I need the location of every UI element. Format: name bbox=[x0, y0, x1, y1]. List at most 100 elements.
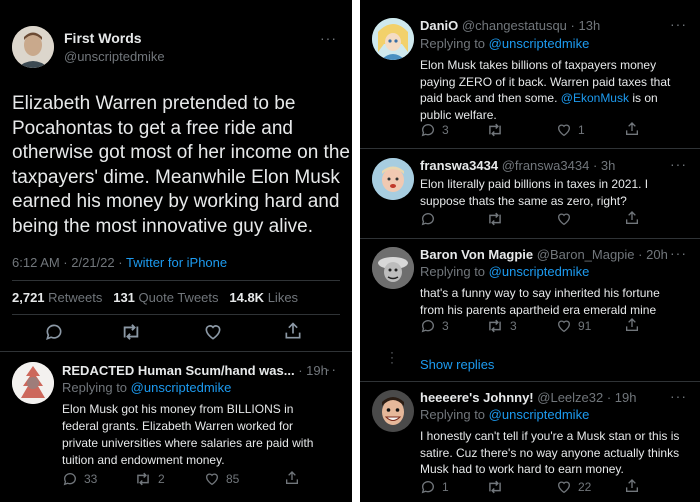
main-tweet-text: Elizabeth Warren pretended to be Pocahon… bbox=[12, 92, 350, 240]
likes-count: 14.8K bbox=[229, 290, 265, 305]
reply-display-name[interactable]: REDACTED Human Scum/hand was... bbox=[62, 363, 295, 378]
reply-line: tuition and endowment money. bbox=[62, 453, 225, 467]
reply-handle[interactable]: @changestatusqu bbox=[462, 18, 567, 33]
replying-to-label: Replying to bbox=[420, 264, 486, 279]
share-icon bbox=[283, 321, 303, 341]
retweet-button[interactable] bbox=[486, 122, 504, 138]
replying-to-mention[interactable]: @unscriptedmike bbox=[489, 264, 590, 279]
reply-display-name[interactable]: DaniO bbox=[420, 18, 458, 33]
author-handle[interactable]: @unscriptedmike bbox=[64, 49, 165, 64]
more-options-icon[interactable]: ··· bbox=[320, 361, 337, 377]
heart-icon bbox=[556, 211, 572, 227]
reply-button[interactable] bbox=[420, 211, 436, 227]
reply-text: Elon Musk takes billions of taxpayers mo… bbox=[420, 57, 670, 123]
show-replies-link[interactable]: Show replies bbox=[420, 357, 494, 372]
like-button[interactable]: 91 bbox=[556, 318, 591, 334]
replying-to-mention[interactable]: @unscriptedmike bbox=[131, 380, 232, 395]
reply-line: Elon literally paid billions in taxes in… bbox=[420, 177, 649, 191]
redacted-avatar[interactable] bbox=[12, 362, 54, 404]
retweets-label: Retweets bbox=[48, 290, 103, 305]
more-options-icon[interactable]: ··· bbox=[670, 16, 687, 32]
retweet-button[interactable]: 2 bbox=[134, 471, 165, 487]
replying-to-mention[interactable]: @unscriptedmike bbox=[489, 36, 590, 51]
retweet-icon bbox=[120, 322, 142, 342]
reply-line: paying ZERO of it back. Warren paid taxe… bbox=[420, 74, 671, 89]
johnny-avatar[interactable] bbox=[372, 390, 414, 432]
share-button[interactable] bbox=[624, 478, 640, 494]
retweet-button[interactable] bbox=[486, 211, 504, 227]
reply-line-segment: is on bbox=[632, 91, 658, 105]
reply-handle[interactable]: @Baron_Magpie bbox=[537, 247, 635, 262]
reply-time[interactable]: · 20h bbox=[638, 247, 668, 262]
reply-icon bbox=[420, 479, 436, 495]
retweet-icon bbox=[486, 318, 504, 334]
reply-time[interactable]: · 3h bbox=[593, 158, 615, 173]
replying-to-label: Replying to bbox=[420, 36, 486, 51]
reply-header: REDACTED Human Scum/hand was... · 19h bbox=[62, 363, 328, 378]
reply-display-name[interactable]: franswa3434 bbox=[420, 158, 498, 173]
retweet-button[interactable] bbox=[120, 322, 142, 342]
retweets-stat[interactable]: 2,721 Retweets bbox=[12, 290, 102, 305]
tweet-stats-row: 2,721 Retweets 131 Quote Tweets 14.8K Li… bbox=[12, 290, 298, 305]
replying-to-mention[interactable]: @unscriptedmike bbox=[489, 407, 590, 422]
replies-panel: DaniO @changestatusqu · 13h ··· Replying… bbox=[360, 0, 700, 502]
likes-stat[interactable]: 14.8K Likes bbox=[229, 290, 298, 305]
mention-link[interactable]: @EkonMusk bbox=[561, 91, 629, 105]
share-button[interactable] bbox=[624, 210, 640, 226]
baron-avatar[interactable] bbox=[372, 247, 414, 289]
reply-button[interactable] bbox=[44, 322, 64, 342]
retweet-count: 3 bbox=[510, 319, 517, 333]
heart-icon bbox=[556, 318, 572, 334]
divider bbox=[360, 381, 700, 382]
reply-count: 33 bbox=[84, 472, 98, 486]
like-button[interactable] bbox=[556, 211, 572, 227]
thread-dots: · · · bbox=[390, 345, 394, 369]
reply-button[interactable]: 3 bbox=[420, 318, 449, 334]
divider bbox=[360, 148, 700, 149]
reply-button[interactable]: 33 bbox=[62, 471, 97, 487]
author-display-name[interactable]: First Words bbox=[64, 30, 142, 46]
retweet-button[interactable]: 3 bbox=[486, 318, 517, 334]
like-button[interactable] bbox=[203, 322, 223, 342]
share-button[interactable] bbox=[284, 470, 300, 486]
more-options-icon[interactable]: ··· bbox=[670, 245, 687, 261]
reply-line: paid back and then some. @EkonMusk is on bbox=[420, 90, 670, 107]
more-options-icon[interactable]: ··· bbox=[670, 156, 687, 172]
like-button[interactable]: 22 bbox=[556, 479, 591, 495]
like-count: 1 bbox=[578, 123, 585, 137]
reply-header: Baron Von Magpie @Baron_Magpie · 20h bbox=[420, 247, 668, 262]
reply-time[interactable]: · 19h bbox=[607, 390, 637, 405]
share-icon bbox=[624, 317, 640, 333]
reply-button[interactable]: 1 bbox=[420, 479, 449, 495]
reply-header: heeeere's Johnny! @Leelze32 · 19h bbox=[420, 390, 637, 405]
reply-button[interactable]: 3 bbox=[420, 122, 449, 138]
retweet-button[interactable] bbox=[486, 479, 504, 495]
franswa-avatar[interactable] bbox=[372, 158, 414, 200]
first-words-avatar[interactable] bbox=[12, 26, 54, 68]
share-button[interactable] bbox=[624, 121, 640, 137]
like-button[interactable]: 1 bbox=[556, 122, 585, 138]
more-options-icon[interactable]: ··· bbox=[320, 30, 337, 46]
more-options-icon[interactable]: ··· bbox=[670, 388, 687, 404]
replying-to: Replying to @unscriptedmike bbox=[62, 380, 231, 395]
reply-display-name[interactable]: heeeere's Johnny! bbox=[420, 390, 534, 405]
tweet-timestamp[interactable]: 6:12 AM · 2/21/22 · bbox=[12, 255, 123, 270]
like-button[interactable]: 85 bbox=[204, 471, 239, 487]
retweet-icon bbox=[486, 211, 504, 227]
tweet-source-link[interactable]: Twitter for iPhone bbox=[126, 255, 227, 270]
quotes-label: Quote Tweets bbox=[138, 290, 219, 305]
panel-separator bbox=[352, 0, 360, 502]
reply-time[interactable]: · 13h bbox=[571, 18, 601, 33]
reply-handle[interactable]: @franswa3434 bbox=[502, 158, 590, 173]
reply-handle[interactable]: @Leelze32 bbox=[537, 390, 603, 405]
share-button[interactable] bbox=[624, 317, 640, 333]
quotes-stat[interactable]: 131 Quote Tweets bbox=[113, 290, 218, 305]
danio-avatar[interactable] bbox=[372, 18, 414, 60]
reply-display-name[interactable]: Baron Von Magpie bbox=[420, 247, 533, 262]
reply-icon bbox=[420, 318, 436, 334]
replying-to-label: Replying to bbox=[420, 407, 486, 422]
share-button[interactable] bbox=[283, 321, 303, 341]
reply-line: Elon Musk got his money from BILLIONS in bbox=[62, 402, 294, 416]
likes-label: Likes bbox=[267, 290, 299, 305]
divider bbox=[12, 314, 340, 315]
